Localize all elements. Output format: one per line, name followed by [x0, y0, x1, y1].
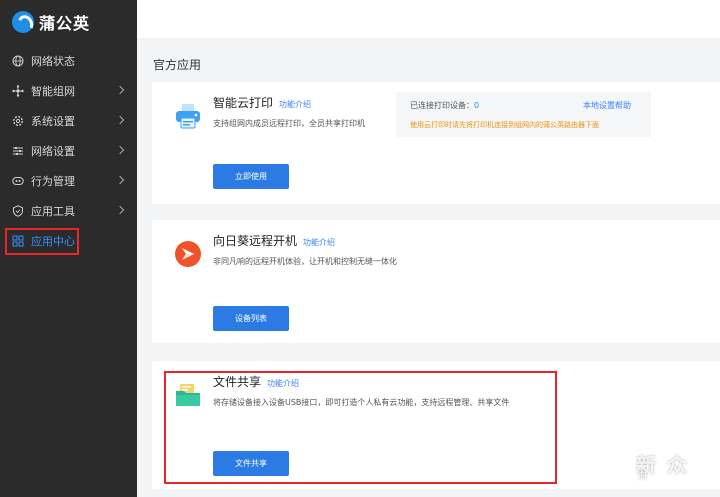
sidebar-item-system-settings[interactable]: 系统设置: [0, 106, 137, 136]
app-description: 非同凡响的远程开机体验，让开机和控制无缝一体化: [213, 257, 397, 266]
gear-icon: [12, 115, 24, 127]
shield-icon: [12, 205, 24, 217]
app-title: 智能云打印 功能介绍: [213, 94, 311, 111]
chevron-right-icon: [115, 175, 125, 185]
local-settings-help-link[interactable]: 本地设置帮助: [583, 100, 631, 111]
top-bar: [137, 0, 720, 38]
chevron-right-icon: [115, 145, 125, 155]
connected-printers-count: 0: [474, 101, 480, 110]
device-list-button[interactable]: 设备列表: [213, 306, 289, 331]
sidebar-item-label: 网络状态: [31, 55, 75, 68]
app-title-text: 向日葵远程开机: [213, 234, 298, 248]
highlight-annotation: [164, 371, 557, 484]
network-icon: [12, 85, 24, 97]
sidebar-item-label: 网络设置: [31, 145, 75, 158]
app-description: 支持组网内成员远程打印，全员共享打印机: [213, 119, 365, 128]
printer-info-box: 已连接打印设备：0 本地设置帮助 使用云打印时请先将打印机连接到组网内的蒲公英路…: [396, 92, 651, 137]
connected-printers-label: 已连接打印设备：: [410, 101, 474, 110]
section-title: 官方应用: [153, 58, 202, 72]
sidebar-item-network-status[interactable]: 网络状态: [0, 46, 137, 76]
watermark: 新 众 浪: [636, 449, 689, 482]
globe-icon: [12, 55, 24, 67]
brand-name: 蒲公英: [39, 14, 91, 33]
sliders-icon: [12, 145, 24, 157]
dandelion-logo-icon: [12, 11, 34, 33]
sidebar-item-behavior-management[interactable]: 行为管理: [0, 166, 137, 196]
chevron-right-icon: [115, 115, 125, 125]
print-warning: 使用云打印时请先将打印机连接到组网内的蒲公英路由器下面: [410, 121, 599, 129]
printer-icon: [174, 102, 202, 130]
sidebar-item-label: 系统设置: [31, 115, 75, 128]
sidebar-item-network-settings[interactable]: 网络设置: [0, 136, 137, 166]
watermark-subtext: 浪: [638, 472, 650, 482]
sidebar-item-label: 行为管理: [31, 175, 75, 188]
use-now-button[interactable]: 立即使用: [213, 164, 289, 189]
sidebar-item-app-tools[interactable]: 应用工具: [0, 196, 137, 226]
behavior-icon: [12, 175, 24, 187]
brand-logo[interactable]: 蒲公英: [12, 10, 90, 34]
highlight-annotation: [5, 228, 79, 255]
feature-intro-link[interactable]: 功能介绍: [279, 100, 311, 109]
chevron-right-icon: [115, 205, 125, 215]
connected-printers: 已连接打印设备：0: [410, 100, 479, 111]
feature-intro-link[interactable]: 功能介绍: [303, 238, 335, 247]
sidebar: 蒲公英 网络状态 智能组网 系统设置 网络设置 行为管理 应用工具 应用中心: [0, 0, 137, 497]
app-card-cloud-print: 智能云打印 功能介绍 支持组网内成员远程打印，全员共享打印机 立即使用 已连接打印…: [152, 82, 720, 204]
sidebar-item-label: 应用工具: [31, 205, 75, 218]
sunflower-icon: [174, 240, 202, 268]
sidebar-nav: 网络状态 智能组网 系统设置 网络设置 行为管理 应用工具 应用中心: [0, 46, 137, 256]
sidebar-item-smart-network[interactable]: 智能组网: [0, 76, 137, 106]
app-title-text: 智能云打印: [213, 96, 274, 110]
app-card-sunflower-remote-boot: 向日葵远程开机 功能介绍 非同凡响的远程开机体验，让开机和控制无缝一体化 设备列表: [152, 220, 720, 343]
app-title: 向日葵远程开机 功能介绍: [213, 232, 335, 249]
chevron-right-icon: [115, 85, 125, 95]
sidebar-item-label: 智能组网: [31, 85, 75, 98]
